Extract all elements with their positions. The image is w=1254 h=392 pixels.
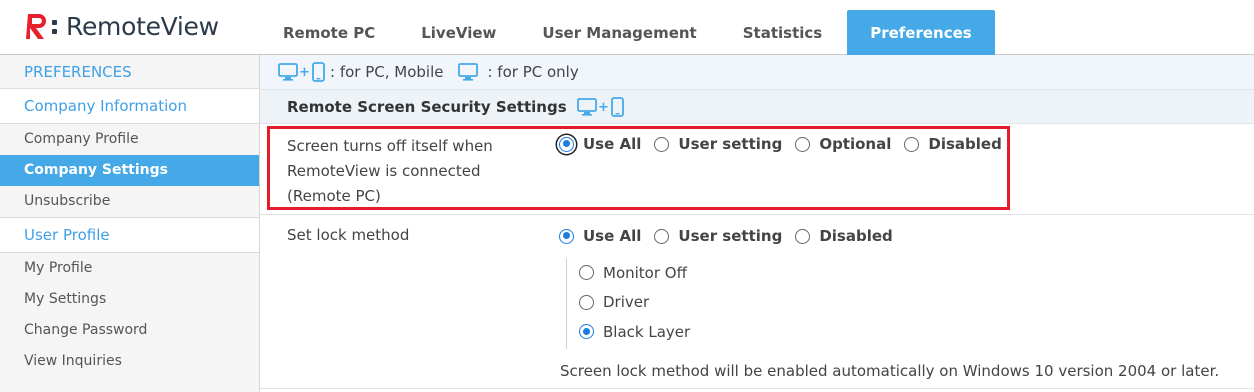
tab-statistics[interactable]: Statistics	[720, 10, 845, 55]
top-header: RemoteView Remote PC LiveView User Manag…	[0, 0, 1254, 55]
svg-text:+: +	[598, 100, 609, 115]
lock-method-suboptions: Monitor Off Driver Black Layer	[566, 258, 766, 349]
sidebar-group-company-information[interactable]: Company Information	[0, 89, 259, 124]
svg-text:+: +	[299, 65, 310, 80]
sidebar-item-change-password[interactable]: Change Password	[0, 315, 259, 346]
lock-method-options: Use All User setting Disabled	[559, 227, 906, 245]
brand-name: RemoteView	[66, 11, 219, 41]
sidebar-item-my-settings[interactable]: My Settings	[0, 284, 259, 315]
sidebar-header: PREFERENCES	[0, 55, 259, 89]
section-header: Remote Screen Security Settings +	[260, 90, 1254, 124]
sidebar-item-company-settings[interactable]: Company Settings	[0, 155, 259, 186]
main-tabs: Remote PC LiveView User Management Stati…	[260, 10, 995, 55]
sidebar-item-my-profile[interactable]: My Profile	[0, 253, 259, 284]
device-legend: + : for PC, Mobile : for PC only	[260, 55, 1254, 90]
radio[interactable]	[579, 294, 594, 310]
monitor-mobile-icon: +	[278, 62, 330, 82]
lock-method-note: Screen lock method will be enabled autom…	[560, 362, 1220, 380]
monitor-icon	[457, 62, 481, 82]
radio[interactable]	[795, 228, 811, 244]
radio-selected[interactable]	[559, 228, 574, 244]
legend-pc-mobile-text: : for PC, Mobile	[330, 63, 444, 81]
lock-user-setting[interactable]: User setting	[654, 227, 782, 245]
highlight-box	[267, 126, 1010, 210]
radio[interactable]	[579, 265, 594, 281]
sidebar-group-user-profile[interactable]: User Profile	[0, 218, 259, 253]
sidebar: PREFERENCES Company Information Company …	[0, 55, 260, 392]
legend-pc-only-text: : for PC only	[487, 63, 579, 81]
sidebar-item-view-inquiries[interactable]: View Inquiries	[0, 346, 259, 377]
tab-remote-pc[interactable]: Remote PC	[260, 10, 398, 55]
lock-sub-monitor-off[interactable]: Monitor Off	[567, 258, 766, 288]
lock-disabled[interactable]: Disabled	[795, 227, 893, 245]
monitor-mobile-icon: +	[576, 96, 629, 117]
tab-user-management[interactable]: User Management	[519, 10, 719, 55]
main-content: + : for PC, Mobile : for PC only Remote …	[260, 55, 1254, 392]
setting-screen-off-row: Screen turns off itself when RemoteView …	[260, 124, 1254, 215]
brand-logo[interactable]: RemoteView	[26, 10, 219, 42]
setting-lock-method-label: Set lock method	[287, 226, 410, 244]
lock-use-all[interactable]: Use All	[559, 227, 641, 245]
remoteview-logo-icon	[26, 10, 66, 42]
sidebar-item-company-profile[interactable]: Company Profile	[0, 124, 259, 155]
tab-preferences[interactable]: Preferences	[847, 10, 995, 55]
tab-liveview[interactable]: LiveView	[398, 10, 519, 55]
radio-selected[interactable]	[579, 324, 594, 340]
lock-sub-driver[interactable]: Driver	[567, 288, 766, 318]
radio[interactable]	[654, 228, 670, 244]
lock-sub-black-layer[interactable]: Black Layer	[567, 317, 766, 347]
sidebar-item-unsubscribe[interactable]: Unsubscribe	[0, 186, 259, 217]
section-title: Remote Screen Security Settings	[287, 97, 567, 116]
